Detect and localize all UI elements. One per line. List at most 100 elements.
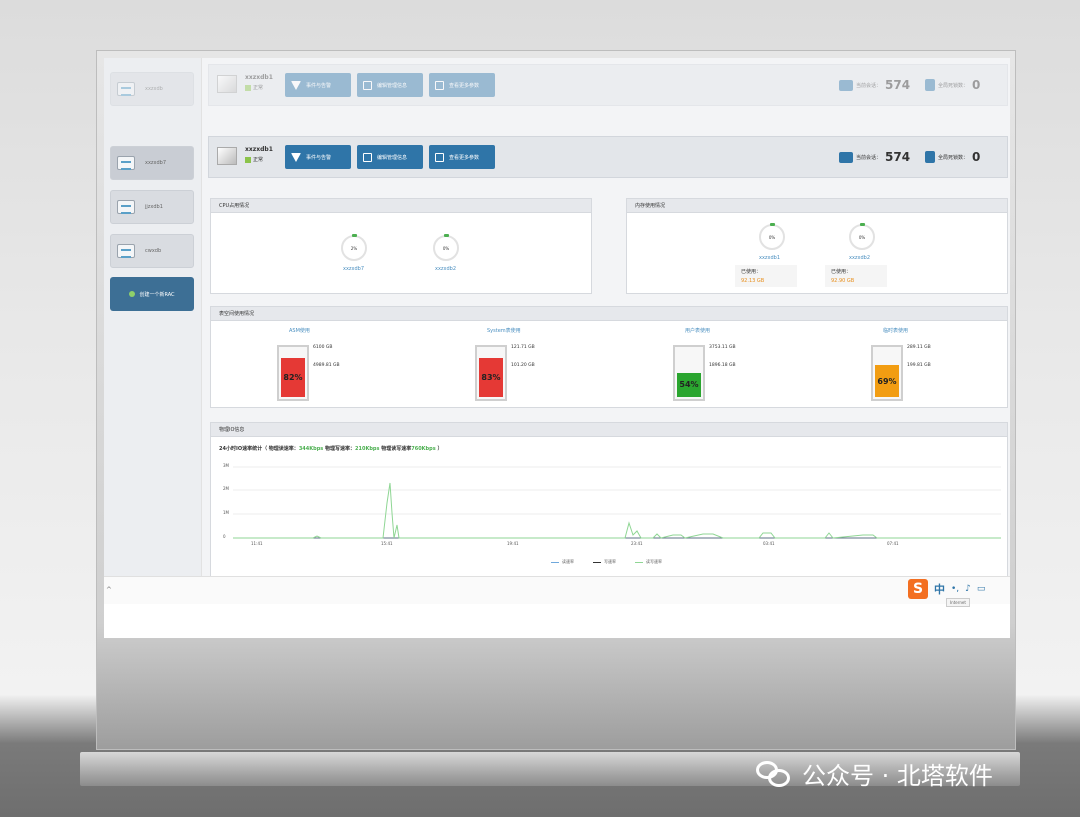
watermark-text: 公众号 · 北塔软件: [802, 762, 993, 790]
chat-icon: [839, 79, 853, 91]
edit-info-label: 编辑管理信息: [377, 154, 408, 161]
keyboard-icon[interactable]: ▭: [977, 584, 986, 594]
sidebar-item-label: xxzxdb7: [145, 160, 167, 166]
plus-icon: [129, 291, 136, 297]
events-alarms-button[interactable]: 事件与告警: [285, 73, 351, 97]
io-series-rw: [233, 482, 1001, 539]
x-tick-label: 19:41: [507, 541, 519, 546]
io-panel: 物理IO信息 24小时IO速率统计（ 物理读速率：344Kbps 物理写速率：2…: [210, 422, 1008, 582]
tablespace-total: 6100 GB: [313, 345, 333, 350]
ime-toolbar[interactable]: S 中 •, ♪ ▭: [908, 579, 985, 599]
filter-icon: [291, 80, 301, 90]
server-status: 正常: [245, 156, 263, 163]
memory-used-value: 92.90 GB: [831, 278, 855, 284]
io-subtitle-suffix: ）: [437, 446, 443, 452]
sidebar-item-xxzxdb7[interactable]: xxzxdb7: [110, 146, 194, 180]
sessions-value: 574: [885, 78, 911, 92]
cpu-gauge-1: 2%: [341, 234, 367, 261]
memory-node-name[interactable]: xxzxdb1: [759, 255, 780, 261]
screen: xxzxdb xxzxdb7 jjzxdb1 cwxdb 创建一个新RAC xx…: [104, 58, 1010, 638]
memory-used-label: 已使用：: [741, 269, 762, 275]
y-tick-label: 0: [223, 534, 226, 539]
more-params-button[interactable]: 查看更多参数: [429, 73, 495, 97]
database-icon: [117, 82, 135, 96]
cpu-panel-title: CPU占用情况: [211, 199, 591, 213]
io-write-label: 物理写速率：: [325, 446, 356, 452]
create-rac-button[interactable]: 创建一个新RAC: [110, 277, 194, 311]
memory-node-name[interactable]: xxzxdb2: [849, 255, 870, 261]
chevron-up-icon[interactable]: ^: [106, 586, 112, 594]
cpu-node-name[interactable]: xxzxdb7: [343, 266, 364, 272]
locks-label: 全局死锁数：: [938, 82, 969, 89]
sessions-stat: 当前会话： 574: [839, 150, 910, 164]
usage-fill: 83%: [479, 357, 503, 397]
x-tick-label: 15:41: [381, 541, 393, 546]
taskbar: [104, 576, 1010, 604]
tablespace-name[interactable]: System表使用: [487, 327, 521, 334]
sidebar-item-label: cwxdb: [145, 248, 162, 254]
sogou-ime-icon[interactable]: S: [908, 579, 928, 599]
sessions-label: 当前会话：: [856, 82, 882, 89]
more-params-button[interactable]: 查看更多参数: [429, 145, 495, 169]
events-alarms-button[interactable]: 事件与告警: [285, 145, 351, 169]
microphone-icon[interactable]: ♪: [965, 584, 971, 594]
ime-language[interactable]: 中: [934, 581, 945, 597]
lock-icon: [925, 151, 935, 163]
cpu-panel: CPU占用情况 2% xxzxdb7 0% xxzxdb2: [210, 198, 592, 294]
database-icon: [117, 244, 135, 258]
wechat-icon: [756, 759, 792, 789]
legend-label: 写速率: [604, 559, 616, 564]
locks-value: 0: [972, 78, 981, 92]
tablespace-name[interactable]: 临时表使用: [883, 327, 908, 334]
io-subtitle-prefix: 24小时IO速率统计（ 物理读速率：: [219, 446, 299, 452]
legend-item-read[interactable]: 读速率: [551, 559, 574, 565]
legend-label: 读写速率: [646, 559, 662, 564]
locks-stat: 全局死锁数： 0: [925, 78, 980, 92]
usage-fill: 54%: [677, 372, 701, 397]
watermark: 公众号 · 北塔软件: [756, 756, 993, 791]
edit-icon: [363, 152, 372, 162]
edit-icon: [363, 80, 372, 90]
memory-used-box: 已使用： 92.90 GB: [825, 265, 887, 287]
usage-tank: 54%: [673, 345, 705, 401]
tablespace-name[interactable]: ASM使用: [289, 327, 310, 334]
locks-stat: 全局死锁数： 0: [925, 150, 980, 164]
memory-used-label: 已使用：: [831, 269, 852, 275]
sidebar-item-cwxdb[interactable]: cwxdb: [110, 234, 194, 268]
more-params-label: 查看更多参数: [449, 154, 480, 161]
legend-item-rw[interactable]: 读写速率: [635, 559, 662, 565]
tooltip: Internet: [946, 598, 970, 607]
io-panel-title: 物理IO信息: [211, 423, 1007, 437]
sidebar-item-xxzxdb[interactable]: xxzxdb: [110, 72, 194, 106]
punctuation-icon[interactable]: •,: [951, 584, 959, 594]
create-rac-label: 创建一个新RAC: [139, 291, 175, 298]
sidebar-item-jjzxdb1[interactable]: jjzxdb1: [110, 190, 194, 224]
cpu-node-name[interactable]: xxzxdb2: [435, 266, 456, 272]
server-name: xxzxdb1: [245, 146, 273, 153]
legend-item-write[interactable]: 写速率: [593, 559, 616, 565]
sidebar: xxzxdb xxzxdb7 jjzxdb1 cwxdb 创建一个新RAC: [104, 58, 202, 576]
memory-used-value: 92.13 GB: [741, 278, 765, 284]
server-header: xxzxdb1 正常 事件与告警 编辑管理信息 查看更多参数 当前会话： 574 …: [208, 136, 1008, 178]
events-alarms-label: 事件与告警: [306, 154, 332, 161]
usage-fill: 82%: [281, 358, 305, 397]
memory-gauge-value: 0%: [858, 234, 866, 240]
locks-label: 全局死锁数：: [938, 154, 969, 161]
tablespace-panel-title: 表空间使用情况: [211, 307, 1007, 321]
tablespace-total: 3753.11 GB: [709, 345, 736, 350]
io-subtitle: 24小时IO速率统计（ 物理读速率：344Kbps 物理写速率：210Kbps …: [219, 445, 442, 452]
database-icon: [117, 156, 135, 170]
memory-used-box: 已使用： 92.13 GB: [735, 265, 797, 287]
memory-panel-title: 内存使用情况: [627, 199, 1007, 213]
x-tick-label: 07:41: [887, 541, 899, 546]
memory-gauge-2: 0%: [849, 223, 875, 250]
edit-info-button[interactable]: 编辑管理信息: [357, 145, 423, 169]
tablespace-name[interactable]: 用户表使用: [685, 327, 710, 334]
y-tick-label: 1M: [223, 510, 229, 515]
tablespace-item: 临时表使用 69% 289.11 GB 199.81 GB: [871, 321, 1010, 409]
io-read-rate: 344Kbps: [298, 446, 324, 452]
tablespace-total: 121.71 GB: [511, 345, 535, 350]
cpu-gauge-value: 0%: [442, 245, 450, 251]
edit-info-button[interactable]: 编辑管理信息: [357, 73, 423, 97]
tablespace-used: 4989.81 GB: [313, 363, 340, 368]
